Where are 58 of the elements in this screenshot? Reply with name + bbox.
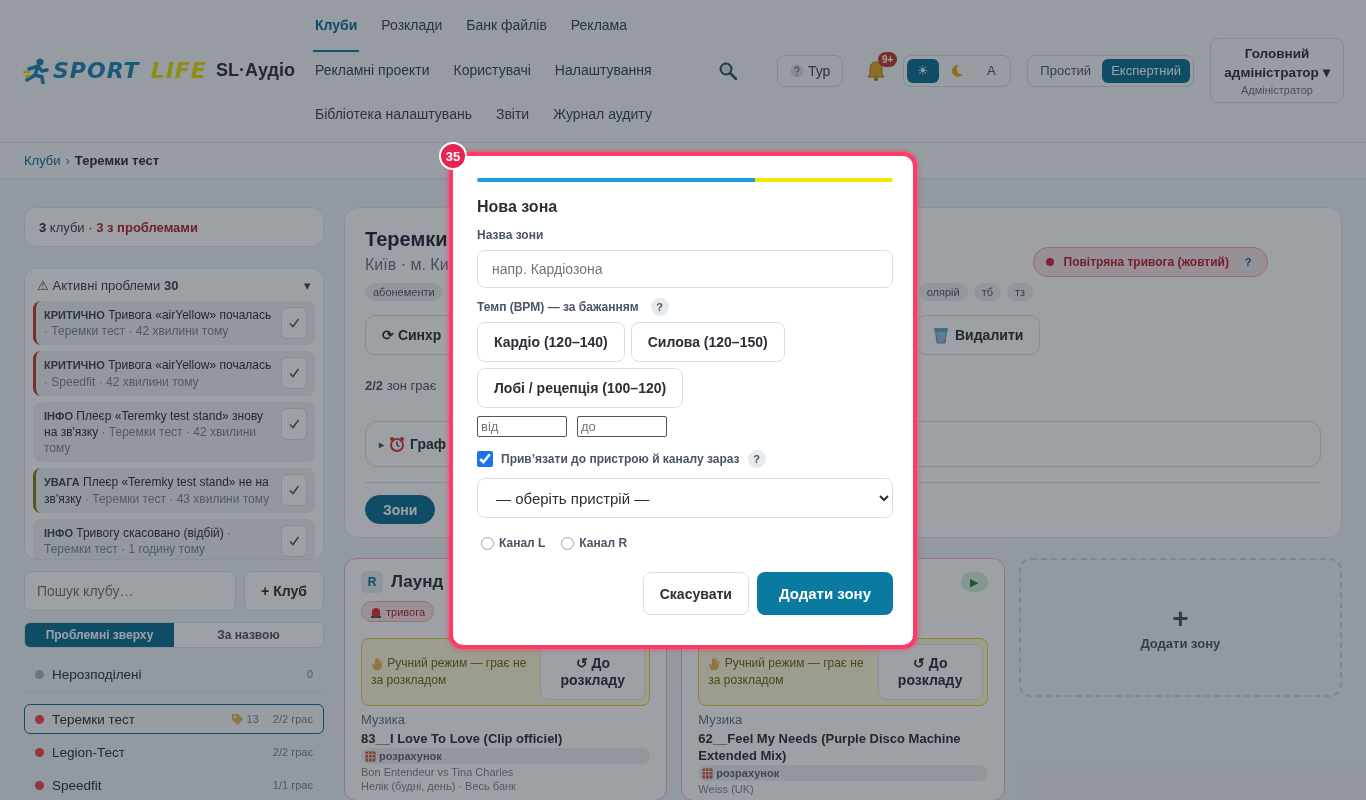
club-tag: абонементи (365, 283, 443, 301)
section-label: Музика (698, 712, 744, 728)
club-status: 2/2 грає (272, 713, 313, 725)
zone-badge: R (361, 571, 383, 593)
playing-badge: ▶ (960, 572, 988, 592)
notification-badge: 9+ (877, 51, 898, 67)
club-name: Speedfit (52, 777, 103, 793)
category-text: розрахунок (379, 750, 442, 762)
summary-text: 3 клуби · 3 з проблемами (39, 219, 198, 235)
club-tag: тб (973, 283, 1001, 301)
app-name: SL·Аудіо (216, 60, 295, 81)
add-zone-label: Додати зону (1140, 636, 1221, 651)
club-tag: тз (1007, 283, 1034, 301)
panel-heading: ⚠ Активні проблеми 30 (37, 277, 179, 293)
club-status: 2/2 грає (272, 746, 313, 758)
tag-count: 13 (246, 713, 259, 725)
track-artist: Bon Entendeur vs Tina Charles (361, 765, 515, 779)
logo-text: SPORT (53, 58, 140, 83)
problem-text: ІНФО Тривогу скасовано (відбій) · Теремки тест · 1 годину тому (44, 524, 233, 558)
club-name: Нерозподілені (52, 666, 143, 682)
problem-text: КРИТИЧНО Тривога «airYellow» почалась · Теремки тест · 42 хвилини тому (44, 307, 273, 340)
track-artist: Weiss (UK) (698, 782, 755, 796)
club-title: Теремки (365, 227, 449, 251)
dialog-title: Нова зона (477, 198, 559, 216)
zones-playing-text: 2/2 зон грає (365, 377, 437, 395)
breadcrumb-current: Теремки тест (74, 153, 160, 168)
club-status: 1/1 грає (272, 779, 313, 791)
track-title: 62__Feel My Needs (Purple Disco Machine Extended Mix) (698, 730, 962, 764)
plus-sign: + (1172, 604, 1189, 634)
user-name: Головний адміністратор (1224, 45, 1319, 80)
field-label: Назва зони (477, 228, 545, 242)
logo-text: LIFE (150, 58, 207, 83)
track-source: Нелік (будні, день) · Весь банк (361, 779, 517, 793)
section-label: Музика (361, 712, 406, 728)
checkbox-label: Прив’язати до пристрою й каналу зараз (501, 452, 740, 466)
alert-text: Повітряна тривога (жовтий) (1063, 255, 1229, 269)
field-label: Темп (BPM) — за бажанням (477, 300, 639, 314)
track-title: 83__I Love To Love (Clip officiel) (361, 730, 564, 747)
schedule-label: Граф (410, 436, 446, 452)
club-status: 0 (306, 668, 313, 680)
zone-title: Лаунд (391, 572, 444, 592)
user-role: Адміністратор (1241, 84, 1313, 97)
manual-mode-text: Ручний режим — грає не за розкладом (708, 655, 865, 689)
channel-label: Канал R (579, 536, 628, 550)
problem-text: КРИТИЧНО Тривога «airYellow» почалась · Speedfit · 42 хвилини тому (44, 357, 273, 390)
breadcrumb-separator: › (65, 153, 70, 168)
category-text: розрахунок (716, 767, 780, 779)
problem-text: ІНФО Плеєр «Teremky test stand» знову на зв'язку · Теремки тест · 42 хвилини тому (44, 407, 265, 457)
dropdown-caret: ▾ (1322, 64, 1330, 80)
club-tag: олярій (918, 283, 968, 301)
channel-label: Канал L (499, 536, 546, 550)
alarm-tag-text: тривога (386, 605, 426, 618)
club-name: Legion-Тест (52, 744, 126, 760)
problem-text: УВАГА Плеєр «Teremky test stand» не на зв'язку · Теремки тест · 43 хвилини тому (44, 474, 271, 507)
manual-mode-text: Ручний режим — грає не за розкладом (371, 655, 528, 689)
club-name: Теремки тест (52, 711, 136, 727)
club-location: Київ · м. Ки (365, 255, 449, 275)
expand-caret: ▸ (379, 438, 384, 450)
